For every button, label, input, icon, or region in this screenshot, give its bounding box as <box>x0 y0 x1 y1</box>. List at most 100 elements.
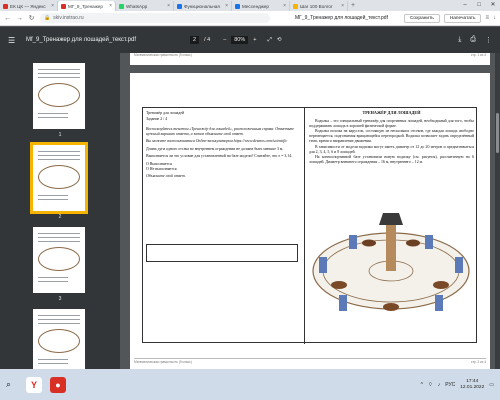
footer-right-text: стр. 1 из 4 <box>470 53 486 57</box>
page-thumbnail[interactable] <box>33 309 85 375</box>
pdf-page-1: Математическая грамотность (9 класс) стр… <box>130 53 490 65</box>
reload-icon[interactable]: ↻ <box>28 14 35 22</box>
thumbnail-text-line <box>38 159 80 160</box>
page-footer: Математическая грамотность (9 класс) стр… <box>134 53 486 57</box>
thumbnail-text-line <box>38 233 80 234</box>
page-thumbnail[interactable] <box>33 227 85 293</box>
browser-tab[interactable]: Мессенджер × <box>232 1 290 11</box>
browser-tab[interactable]: Функциональная × <box>174 1 232 11</box>
problem-text: Длина дуги одного отсека во внутреннем о… <box>146 146 284 151</box>
hamburger-menu-icon[interactable]: ☰ <box>8 36 18 45</box>
thumbnail-text-line <box>38 199 68 200</box>
search-icon[interactable]: ⌕ <box>6 379 18 390</box>
task-number: Задание 2 / 4 <box>146 116 168 121</box>
browser-tab[interactable]: ЕК ЦК — Яндекс × <box>0 1 58 11</box>
tab-close-icon[interactable]: × <box>167 3 170 9</box>
download-icon[interactable]: ↓ <box>493 15 496 21</box>
tab-favicon-icon <box>3 3 8 9</box>
address-bar-row: ← → ↻ 🔒 skiv.instrao.ru МГ_9_Тренажер дл… <box>0 11 500 26</box>
thumbnail-illustration <box>38 83 80 107</box>
tab-label: ЕК ЦК — Яндекс <box>10 3 46 9</box>
page-thumbnail[interactable] <box>33 63 85 129</box>
thumbnail-text-line <box>38 73 80 74</box>
thumbnail-sidebar: 1234 <box>0 53 120 384</box>
download-pdf-icon[interactable]: ⤓ <box>458 36 461 44</box>
close-window-icon[interactable]: ✕ <box>486 0 500 11</box>
thumbnail-text-line <box>38 69 80 70</box>
fit-page-icon[interactable]: ⤢ <box>267 37 271 44</box>
thumbnail-page-number: 2 <box>58 214 62 220</box>
tab-label: Функциональная <box>184 3 220 9</box>
tab-favicon-icon <box>119 3 124 9</box>
horse-walker-image <box>312 213 470 311</box>
thumbnail-text-line <box>38 281 68 282</box>
thumbnail-text-line <box>38 319 80 320</box>
text-paragraph-2: Водилка похожа на карусель, состоящую из… <box>309 129 474 143</box>
zoom-in-icon[interactable]: + <box>253 37 256 43</box>
thumbnail-page-number: 1 <box>58 132 62 138</box>
thumbnail-text-line <box>38 195 68 196</box>
rotate-icon[interactable]: ⟲ <box>277 37 282 43</box>
task-frame: Тренажёр для лошадей Задание 2 / 4 Воспо… <box>142 107 477 344</box>
tab-close-icon[interactable]: × <box>225 3 228 9</box>
address-field[interactable]: 🔒 skiv.instrao.ru <box>40 13 270 23</box>
thumbnail-text-line <box>38 117 68 118</box>
tab-label: WhatsApp <box>126 3 148 9</box>
browser-app-icon[interactable]: ● <box>50 376 66 393</box>
tab-label: Мессенджер <box>242 3 269 9</box>
thumbnail-text-line <box>38 315 80 316</box>
clock-date: 12.01.2022 <box>460 384 485 390</box>
notifications-icon[interactable]: ▭ <box>489 382 494 388</box>
new-tab-button[interactable]: + <box>348 1 358 11</box>
address-text: skiv.instrao.ru <box>53 15 84 21</box>
os-taskbar: ⌕ Y ● ^ ⌔ ♪ РУС 17:44 12.01.2022 ▭ <box>0 369 500 400</box>
thumbnail-text-line <box>38 151 80 152</box>
yandex-browser-icon[interactable]: Y <box>26 376 42 393</box>
minimize-icon[interactable]: – <box>458 0 472 11</box>
tab-close-icon[interactable]: × <box>341 3 344 9</box>
thumbnail-illustration <box>38 329 80 353</box>
pdf-toolbar: ☰ Mf_9_Тренажер для лошадей_текст.pdf 2 … <box>0 27 500 53</box>
text-paragraph-3: В зависимости от модели водилки могут им… <box>309 144 474 154</box>
explain-prompt: Объясните свой ответ. <box>146 174 186 178</box>
save-button[interactable]: Сохранить <box>403 13 440 23</box>
page-thumbnail[interactable] <box>30 142 88 214</box>
clock[interactable]: 17:44 12.01.2022 <box>460 379 484 391</box>
tab-close-icon[interactable]: × <box>109 3 112 9</box>
menu-icon[interactable]: ≡ <box>485 15 489 21</box>
print-pdf-icon[interactable]: ⎙ <box>470 36 476 44</box>
task-column: Тренажёр для лошадей Задание 2 / 4 Воспо… <box>143 108 305 344</box>
viewer-scrollbar[interactable] <box>495 53 500 369</box>
thumbnail-text-line <box>38 277 68 278</box>
scrollbar-thumb[interactable] <box>496 113 499 153</box>
pdf-page-2: Тренажёр для лошадей Задание 2 / 4 Воспо… <box>130 73 490 369</box>
language-indicator[interactable]: РУС <box>445 382 455 388</box>
page-number-input[interactable]: 2 <box>190 36 200 44</box>
thumbnail-text-line <box>38 363 68 364</box>
forward-icon[interactable]: → <box>16 15 23 22</box>
tab-close-icon[interactable]: × <box>283 3 286 9</box>
system-tray: ^ ⌔ ♪ РУС 17:44 12.01.2022 ▭ <box>421 379 494 391</box>
zoom-out-icon[interactable]: – <box>223 37 226 43</box>
browser-tab[interactable]: МГ_9_Тренажер × <box>58 1 116 11</box>
maximize-icon[interactable]: □ <box>472 0 486 11</box>
network-icon[interactable]: ⌔ <box>428 382 433 388</box>
browser-tab[interactable]: Шаг 100 Волгог × <box>290 1 348 11</box>
footer-right-text: стр. 2 из 4 <box>470 360 486 364</box>
task-instruction: Воспользуйтесь текстом «Тренажёр для лош… <box>146 126 295 136</box>
answer-box[interactable] <box>146 244 298 262</box>
tab-close-icon[interactable]: × <box>51 3 54 9</box>
browser-tab[interactable]: WhatsApp × <box>116 1 174 11</box>
more-options-icon[interactable]: ⋮ <box>485 36 492 44</box>
option-no[interactable]: О Не выполняется <box>146 167 301 172</box>
thumbnail-text-line <box>38 237 80 238</box>
volume-icon[interactable]: ♪ <box>438 382 441 388</box>
tab-list: ЕК ЦК — Яндекс × МГ_9_Тренажер × WhatsApp × Фу… <box>0 1 348 11</box>
pdf-viewer[interactable]: Математическая грамотность (9 класс) стр… <box>120 53 500 369</box>
task-title: Тренажёр для лошадей <box>146 111 185 115</box>
back-icon[interactable]: ← <box>4 15 11 22</box>
zoom-input[interactable]: 80% <box>231 36 249 44</box>
chevron-up-icon[interactable]: ^ <box>421 382 423 388</box>
browser-tab-strip: ЕК ЦК — Яндекс × МГ_9_Тренажер × WhatsApp × Фу… <box>0 0 500 11</box>
print-button[interactable]: Напечатать <box>443 13 482 23</box>
